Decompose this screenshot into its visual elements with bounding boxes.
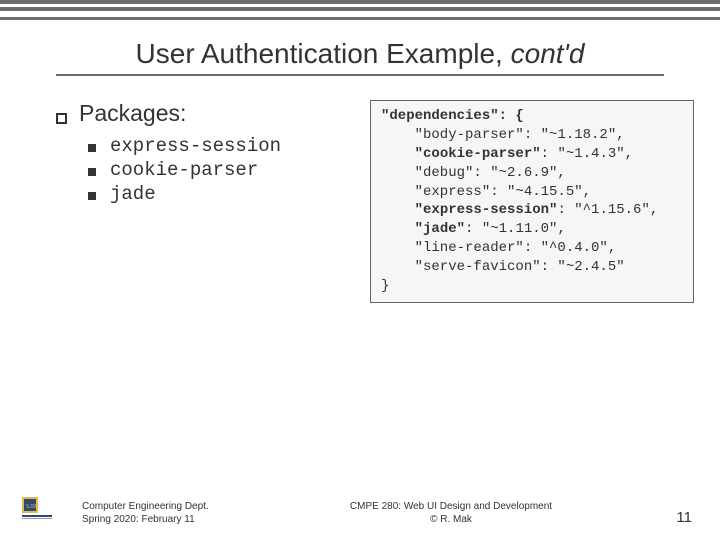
course-line2: © R. Mak: [242, 514, 660, 527]
page-number: 11: [660, 509, 720, 526]
slide-title: User Authentication Example, cont'd: [0, 38, 720, 70]
dependencies-codebox: "dependencies": { "body-parser": "~1.18.…: [370, 100, 694, 303]
package-name: cookie-parser: [110, 159, 258, 181]
course-line1: CMPE 280: Web UI Design and Development: [242, 501, 660, 514]
list-item: jade: [88, 183, 356, 205]
hollow-bullet-icon: [56, 113, 67, 124]
top-divider: [0, 0, 720, 20]
filled-bullet-icon: [88, 192, 96, 200]
packages-label: Packages:: [79, 100, 186, 127]
title-main: User Authentication Example,: [136, 38, 511, 69]
filled-bullet-icon: [88, 144, 96, 152]
package-name: jade: [110, 183, 156, 205]
footer-dept: Computer Engineering Dept. Spring 2020: …: [42, 501, 242, 526]
dept-line1: Computer Engineering Dept.: [82, 501, 242, 514]
footer: SJSU Computer Engineering Dept. Spring 2…: [0, 497, 720, 526]
dept-line2: Spring 2020: February 11: [82, 514, 242, 527]
footer-course: CMPE 280: Web UI Design and Development …: [242, 501, 660, 526]
package-name: express-session: [110, 135, 281, 157]
list-item: express-session: [88, 135, 356, 157]
list-item: cookie-parser: [88, 159, 356, 181]
svg-text:SJSU: SJSU: [26, 504, 39, 510]
filled-bullet-icon: [88, 168, 96, 176]
title-underline: [56, 74, 664, 76]
packages-heading-row: Packages:: [56, 100, 356, 127]
title-contd: cont'd: [511, 38, 585, 69]
